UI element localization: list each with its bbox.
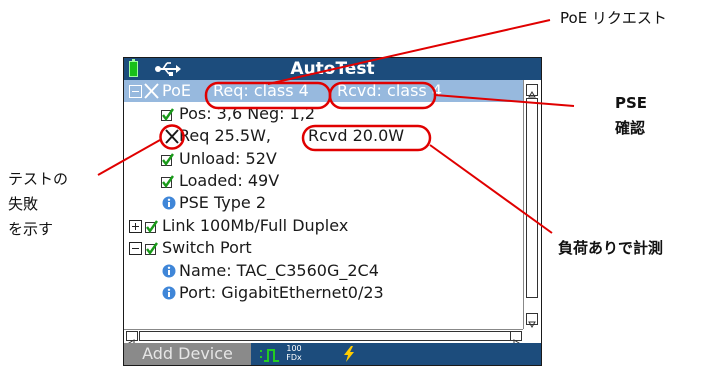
callout-line-loaded-power [429, 144, 553, 234]
annotation-load-measure: 負荷ありで計測 [558, 239, 664, 257]
callout-ring-poe-request [204, 81, 332, 110]
annotation-pse-line1: PSE [615, 94, 648, 112]
annotation-pse-line2: 確認 [615, 119, 646, 137]
callout-line-poe-request [267, 19, 551, 85]
annotation-fail-line1: テストの [8, 170, 69, 188]
callout-ring-loaded-power [301, 124, 432, 152]
annotation-poe-request: PoE リクエスト [560, 9, 667, 27]
callout-ring-fail [159, 124, 185, 150]
annotation-fail-line3: を示す [8, 220, 54, 238]
callout-line-fail [97, 139, 161, 176]
annotation-fail-line2: 失敗 [8, 195, 39, 213]
callout-overlay [97, 19, 575, 234]
callout-ring-pse-confirm [328, 81, 437, 110]
callout-line-pse-confirm [434, 94, 575, 107]
